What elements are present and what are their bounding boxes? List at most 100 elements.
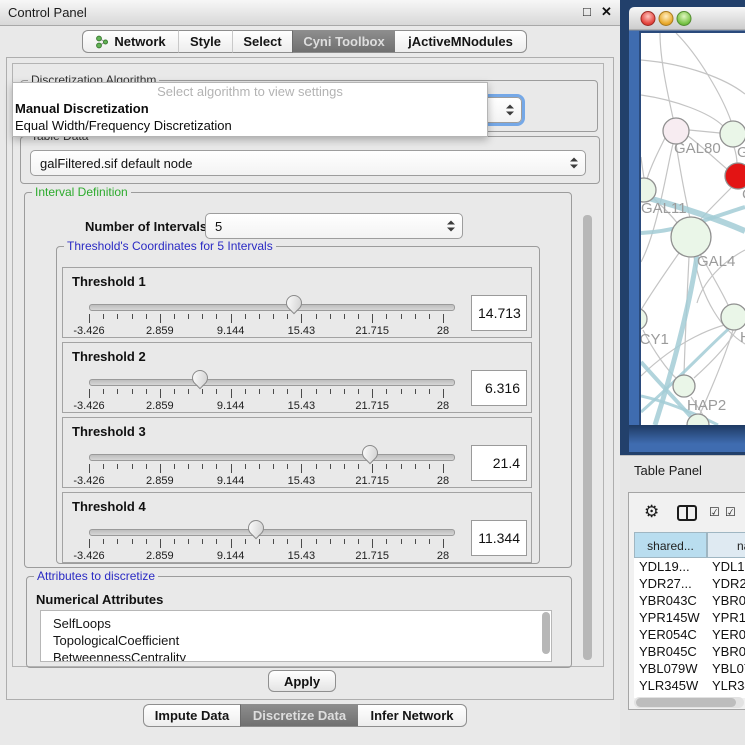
- table-row[interactable]: YDR27... YDR27...: [634, 575, 745, 592]
- cell-shared-name[interactable]: YDL19...: [639, 558, 705, 575]
- attributes-list-scrollbar[interactable]: [542, 612, 550, 654]
- algorithm-option-2[interactable]: Equal Width/Frequency Discretization: [13, 117, 487, 134]
- column-header-name[interactable]: name: [707, 532, 745, 558]
- combo-stepper-icon: [570, 158, 578, 169]
- table-data-combobox[interactable]: galFiltered.sif default node: [30, 150, 586, 176]
- network-view-window[interactable]: GAL80GACGAL11GAL4GCY1HHAP2: [620, 0, 745, 455]
- threshold-slider-track[interactable]: [89, 454, 455, 461]
- attribute-item[interactable]: TopologicalCoefficient: [41, 632, 551, 649]
- slider-scale-label: 21.715: [355, 475, 389, 487]
- slider-tick: [117, 539, 118, 544]
- threshold-slider-track[interactable]: [89, 304, 455, 311]
- float-window-icon[interactable]: □: [583, 4, 591, 19]
- thresholds-group-label: Threshold's Coordinates for 5 Intervals: [64, 239, 276, 253]
- table-row[interactable]: YER054C YER054C: [634, 626, 745, 643]
- slider-tick: [287, 314, 288, 319]
- apply-button[interactable]: Apply: [268, 670, 336, 692]
- slider-tick: [358, 539, 359, 544]
- close-traffic-light[interactable]: [641, 12, 655, 26]
- close-icon[interactable]: ✕: [601, 4, 612, 20]
- cell-shared-name[interactable]: YBR043C: [639, 592, 705, 609]
- select-columns-icon[interactable]: ☑: [709, 505, 720, 519]
- slider-tick: [259, 464, 260, 469]
- settings-vertical-scrollbar[interactable]: [583, 215, 592, 660]
- slider-tick: [316, 539, 317, 544]
- threshold-value-field[interactable]: 21.4: [471, 445, 527, 481]
- tab-jactivemnodules[interactable]: jActiveMNodules: [395, 30, 527, 53]
- frame-bottom-band: [629, 425, 745, 452]
- threshold-slider-track[interactable]: [89, 529, 455, 536]
- table-hscrollbar-thumb[interactable]: [636, 698, 736, 707]
- slider-scale-label: -3.426: [73, 475, 104, 487]
- tab-label: Impute Data: [155, 708, 229, 723]
- cell-name[interactable]: YDL19...: [712, 558, 745, 575]
- network-node-GAL4[interactable]: [671, 217, 711, 257]
- tab-impute-data[interactable]: Impute Data: [143, 704, 240, 727]
- attribute-item[interactable]: SelfLoops: [41, 615, 551, 632]
- cell-name[interactable]: YDR27...: [712, 575, 745, 592]
- tab-cyni-toolbox[interactable]: Cyni Toolbox: [292, 30, 395, 53]
- tab-style[interactable]: Style: [178, 30, 232, 53]
- network-node-H[interactable]: [721, 304, 745, 330]
- slider-tick: [429, 539, 430, 544]
- slider-scale-label: 28: [437, 475, 449, 487]
- cell-shared-name[interactable]: YPR145W: [639, 609, 705, 626]
- tab-network[interactable]: Network: [82, 30, 178, 53]
- threshold-value-field[interactable]: 11.344: [471, 520, 527, 556]
- slider-tick: [415, 314, 416, 319]
- minimize-traffic-light[interactable]: [659, 12, 673, 26]
- cell-name[interactable]: YER054C: [712, 626, 745, 643]
- slider-tick: [344, 389, 345, 394]
- table-row[interactable]: YBR045C YBR045C: [634, 643, 745, 660]
- cell-name[interactable]: YBR045C: [712, 643, 745, 660]
- attribute-item[interactable]: BetweennessCentrality: [41, 649, 551, 662]
- attributes-listbox[interactable]: SelfLoopsTopologicalCoefficientBetweenne…: [40, 610, 552, 662]
- table-row[interactable]: YPR145W YPR145W: [634, 609, 745, 626]
- threshold-value-field[interactable]: 14.713: [471, 295, 527, 331]
- slider-scale-label: 15.43: [288, 400, 316, 412]
- slider-tick: [358, 464, 359, 469]
- table-row[interactable]: YLR345W YLR345W: [634, 677, 745, 694]
- slider-scale-label: 2.859: [146, 400, 174, 412]
- cell-shared-name[interactable]: YER054C: [639, 626, 705, 643]
- tab-label: Style: [190, 34, 221, 49]
- cell-shared-name[interactable]: YLR345W: [639, 677, 705, 694]
- gear-icon[interactable]: ⚙: [644, 502, 659, 522]
- cell-name[interactable]: YLR345W: [712, 677, 745, 694]
- control-panel-title: Control Panel: [8, 5, 87, 20]
- interval-definition-label: Interval Definition: [32, 185, 131, 199]
- table-rows: YDL19...YDL19...YDR27...YDR27...YBR043CY…: [634, 558, 745, 698]
- cell-name[interactable]: YBR043C: [712, 592, 745, 609]
- table-row[interactable]: YBL079W YBL079W: [634, 660, 745, 677]
- table-hscrollbar-track[interactable]: [634, 697, 744, 708]
- zoom-traffic-light[interactable]: [677, 12, 691, 26]
- number-of-intervals-combobox[interactable]: 5: [205, 213, 463, 239]
- slider-tick: [103, 389, 104, 394]
- cell-shared-name[interactable]: YDR27...: [639, 575, 705, 592]
- cell-shared-name[interactable]: YBL079W: [639, 660, 705, 677]
- table-data-value: galFiltered.sif default node: [40, 156, 192, 171]
- tab-discretize-data[interactable]: Discretize Data: [240, 704, 358, 727]
- network-icon: [95, 35, 109, 49]
- cell-shared-name[interactable]: YBR045C: [639, 643, 705, 660]
- node-label: GAL4: [697, 253, 735, 270]
- slider-tick: [386, 389, 387, 394]
- column-header-shared-name[interactable]: shared...: [634, 532, 707, 558]
- tab-infer-network[interactable]: Infer Network: [358, 704, 467, 727]
- threshold-slider-track[interactable]: [89, 379, 455, 386]
- cell-name[interactable]: YPR145W: [712, 609, 745, 626]
- split-columns-icon[interactable]: [677, 505, 697, 521]
- algorithm-option-1[interactable]: Manual Discretization: [13, 100, 487, 117]
- tab-label: Cyni Toolbox: [303, 34, 384, 49]
- table-row[interactable]: YDL19... YDL19...: [634, 558, 745, 575]
- app-root: Control Panel □ ✕ Network Style Select Cyni…: [0, 0, 745, 745]
- network-node-HAP2[interactable]: [673, 375, 695, 397]
- cell-name[interactable]: YBL079W: [712, 660, 745, 677]
- table-row[interactable]: YBR043C YBR043C: [634, 592, 745, 609]
- threshold-value-field[interactable]: 6.316: [471, 370, 527, 406]
- select-columns-icon-2[interactable]: ☑: [725, 505, 736, 519]
- slider-tick: [443, 389, 444, 398]
- tab-select[interactable]: Select: [232, 30, 292, 53]
- node-label: H: [740, 329, 745, 346]
- slider-scale-label: -3.426: [73, 325, 104, 337]
